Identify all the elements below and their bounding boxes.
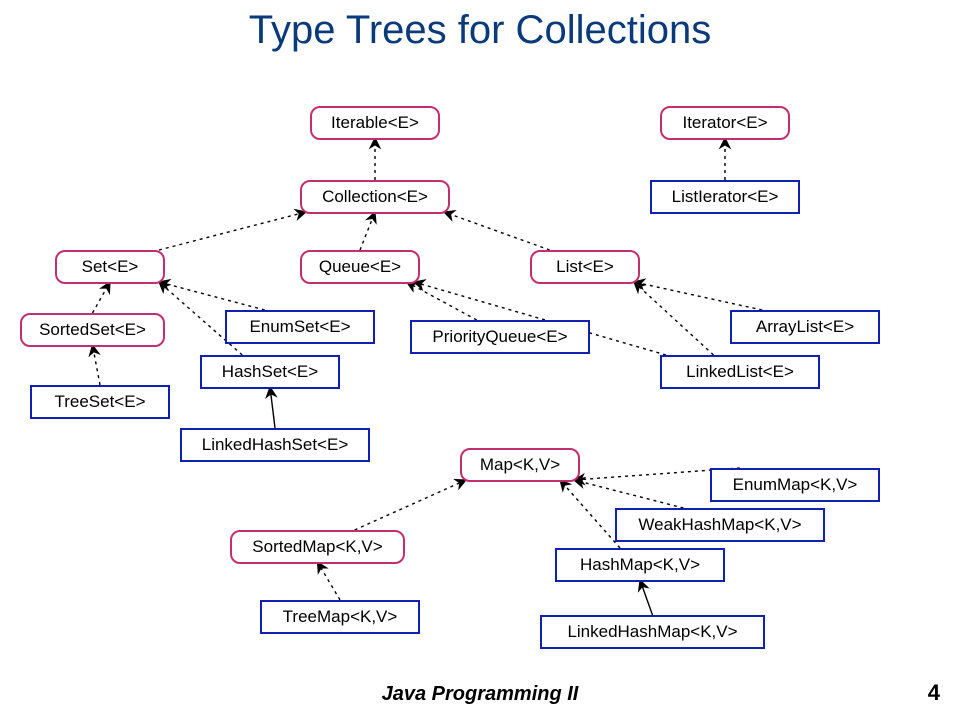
node-linkedhashmap: LinkedHashMap<K,V>: [540, 615, 765, 649]
node-iterator: Iterator<E>: [660, 106, 790, 140]
node-list: List<E>: [530, 250, 640, 284]
edge-queue-collection: [360, 212, 375, 250]
node-listiterator: ListIerator<E>: [650, 180, 800, 214]
node-linkedhashset: LinkedHashSet<E>: [180, 428, 370, 462]
edge-linkedlist-list: [634, 282, 714, 355]
slide-title: Type Trees for Collections: [0, 8, 960, 53]
node-set: Set<E>: [55, 250, 165, 284]
edge-linkedhashset-hashset: [270, 387, 275, 428]
node-enumset: EnumSet<E>: [225, 310, 375, 344]
page-number: 4: [928, 680, 940, 706]
node-priorityqueue: PriorityQueue<E>: [410, 320, 590, 354]
node-queue: Queue<E>: [300, 250, 420, 284]
node-weakhashmap: WeakHashMap<K,V>: [615, 508, 825, 542]
edge-treeset-sortedset: [93, 345, 101, 385]
node-hashmap: HashMap<K,V>: [555, 548, 725, 582]
node-map: Map<K,V>: [460, 448, 580, 482]
edge-hashmap-map: [560, 480, 620, 548]
node-collection: Collection<E>: [300, 180, 450, 214]
node-arraylist: ArrayList<E>: [730, 310, 880, 344]
edge-treemap-sortedmap: [318, 562, 341, 600]
edge-arraylist-list: [634, 282, 762, 310]
node-linkedlist: LinkedList<E>: [660, 355, 820, 389]
footer-label: Java Programming II: [0, 683, 960, 706]
node-treemap: TreeMap<K,V>: [260, 600, 420, 634]
edge-set-collection: [159, 212, 306, 250]
edge-weakhashmap-map: [574, 480, 684, 508]
edge-sortedset-set: [93, 282, 111, 313]
edge-linkedhashmap-hashmap: [640, 580, 653, 615]
edge-list-collection: [444, 212, 550, 250]
edge-priorityqueue-queue: [407, 282, 477, 320]
edge-sortedmap-map: [355, 480, 466, 530]
node-enummap: EnumMap<K,V>: [710, 468, 880, 502]
node-sortedmap: SortedMap<K,V>: [230, 530, 405, 564]
edge-enumset-set: [159, 282, 265, 310]
node-treeset: TreeSet<E>: [30, 385, 170, 419]
node-sortedset: SortedSet<E>: [20, 313, 165, 347]
node-hashset: HashSet<E>: [200, 355, 340, 389]
node-iterable: Iterable<E>: [310, 106, 440, 140]
